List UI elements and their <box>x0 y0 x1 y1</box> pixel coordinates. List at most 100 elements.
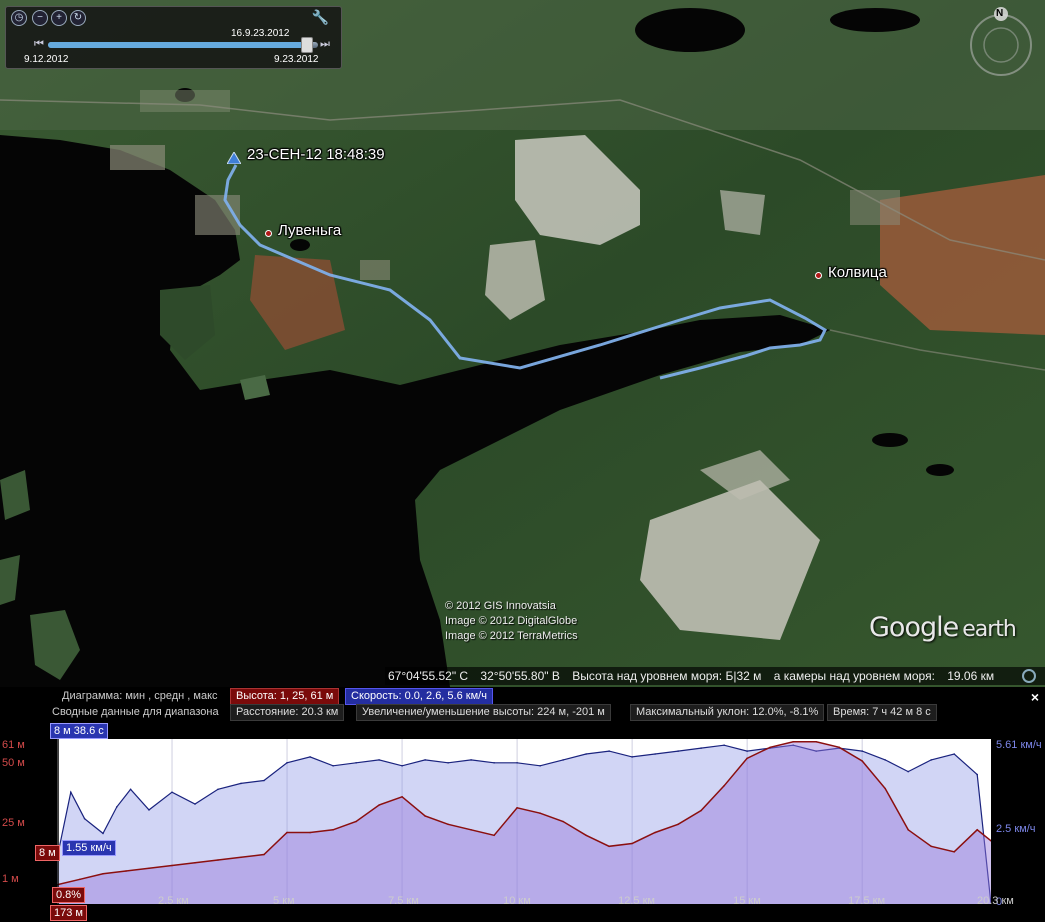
elevation-point <box>769 746 771 749</box>
speed-point <box>654 753 656 755</box>
x-axis-tick-label: 5 км <box>273 895 295 907</box>
place-label-luvenga[interactable]: Лувеньга <box>278 222 341 239</box>
copyright-line: Image © 2012 TerraMetrics <box>445 630 578 642</box>
elevation-gain-loss-value: Увеличение/уменьшение высоты: 224 м, -20… <box>356 704 611 721</box>
elevation-point <box>470 829 472 831</box>
map-view[interactable]: 23-СЕН-12 18:48:39 Лувеньга Колвица © 20… <box>0 0 1045 687</box>
copyright-line: © 2012 GIS Innovatsia <box>445 600 556 612</box>
elevation-series-toggle[interactable]: Высота: 1, 25, 61 м <box>230 688 340 705</box>
speed-point <box>116 806 118 808</box>
speed-point <box>332 765 334 767</box>
google-earth-logo: Google earth <box>869 612 1017 643</box>
cursor-elapsed-tag: 8 м 38.6 с <box>50 723 108 739</box>
elevation-readout: Высота над уровнем моря: Б|32 м <box>572 669 762 683</box>
elevation-point <box>562 820 564 823</box>
elevation-point <box>102 873 104 875</box>
elevation-point <box>792 741 794 743</box>
right-axis-tick: 2.5 км/ч <box>996 823 1036 835</box>
x-axis-tick-label: 20.3 км <box>977 895 1014 907</box>
speed-series-toggle[interactable]: Скорость: 0.0, 2.6, 5.6 км/ч <box>345 688 493 705</box>
status-bar: 67°04'55.52" С 32°50'55.80" В Высота над… <box>385 667 1045 685</box>
speed-point <box>631 756 633 758</box>
current-time-label: 16.9.23.2012 <box>231 28 290 39</box>
elevation-point <box>148 867 150 870</box>
place-marker-luvenga[interactable] <box>265 230 272 237</box>
speed-point <box>424 759 426 761</box>
left-axis-tick: 25 м <box>2 817 25 829</box>
speed-point <box>217 788 219 791</box>
x-axis-tick-label: 7.5 км <box>388 895 419 907</box>
elevation-point <box>493 834 495 837</box>
time-range-fill <box>48 42 308 48</box>
left-axis-tick: 1 м <box>2 873 19 885</box>
range-summary-label: Сводные данные для диапазона <box>52 706 219 718</box>
track-point-marker[interactable] <box>227 152 241 164</box>
wrench-icon[interactable]: 🔧 <box>312 9 329 26</box>
satellite-imagery <box>0 0 1045 687</box>
elevation-point <box>861 760 863 762</box>
elevation-speed-chart[interactable] <box>56 739 992 905</box>
summary-row-range: Сводные данные для диапазона Расстояние:… <box>0 704 1045 721</box>
speed-point <box>240 782 242 785</box>
elevation-point <box>654 831 656 834</box>
max-slope-value: Максимальный уклон: 12.0%, -8.1% <box>630 704 825 721</box>
x-axis-tick-label: 2.5 км <box>158 895 189 907</box>
speed-point <box>355 762 357 764</box>
speed-point <box>102 832 104 835</box>
clock-icon[interactable]: ◷ <box>11 10 27 26</box>
speed-point <box>585 753 587 755</box>
elevation-point <box>401 796 403 798</box>
step-forward-icon[interactable]: ⏭ <box>320 38 330 51</box>
refresh-icon[interactable]: ↻ <box>70 10 86 26</box>
time-slider-handle[interactable] <box>301 37 314 53</box>
elevation-point <box>539 812 541 814</box>
place-marker-kolvitsa[interactable] <box>815 272 822 279</box>
zoom-out-icon[interactable]: − <box>32 10 48 26</box>
elevation-point <box>884 787 886 790</box>
left-axis-tick: 50 м <box>2 757 25 769</box>
place-label-kolvitsa[interactable]: Колвица <box>828 264 887 281</box>
elevation-point <box>815 741 817 743</box>
time-track[interactable] <box>48 37 318 53</box>
x-axis-tick-label: 10 км <box>503 895 531 907</box>
speed-point <box>309 756 311 758</box>
step-back-icon[interactable]: ⏮ <box>34 38 44 51</box>
compass-north-icon[interactable]: N <box>996 8 1003 19</box>
summary-row-stats: Диаграмма: мин , средн , макс Высота: 1,… <box>0 688 1045 705</box>
elevation-point <box>171 864 173 867</box>
elevation-point <box>263 853 265 856</box>
eye-altitude-label: а камеры над уровнем моря: <box>773 669 935 683</box>
speed-point <box>378 759 380 761</box>
elevation-point <box>838 746 840 749</box>
speed-point <box>148 809 150 811</box>
elevation-point <box>608 845 610 848</box>
left-axis-tick: 61 м <box>2 739 25 751</box>
speed-point <box>677 750 679 752</box>
speed-point <box>493 762 495 764</box>
elevation-point <box>631 842 633 845</box>
speed-point <box>884 759 886 761</box>
chart-svg[interactable] <box>56 739 992 905</box>
elevation-point <box>585 834 587 837</box>
elevation-point <box>332 829 334 831</box>
speed-point <box>953 753 955 755</box>
eye-altitude-readout: 19.06 км <box>947 669 995 683</box>
right-axis-tick: 5.61 км/ч <box>996 739 1042 751</box>
copyright-notice: © 2012 GIS Innovatsia Image © 2012 Digit… <box>445 599 578 644</box>
end-date-label: 9.23.2012 <box>274 54 319 65</box>
elevation-point <box>953 851 955 853</box>
elevation-point <box>240 856 242 859</box>
chart-stats-label: Диаграмма: мин , средн , макс <box>62 690 218 702</box>
speed-point <box>194 803 196 805</box>
elevation-point <box>447 823 449 826</box>
elevation-point <box>79 878 81 881</box>
elevation-point <box>700 809 702 812</box>
elevation-point <box>976 829 978 831</box>
x-axis-tick-label: 17.5 км <box>848 895 886 907</box>
zoom-in-icon[interactable]: + <box>51 10 67 26</box>
speed-point <box>401 765 403 767</box>
speed-point <box>447 762 449 764</box>
start-date-label: 9.12.2012 <box>24 54 69 65</box>
speed-point <box>907 770 909 773</box>
elevation-point <box>378 804 380 806</box>
